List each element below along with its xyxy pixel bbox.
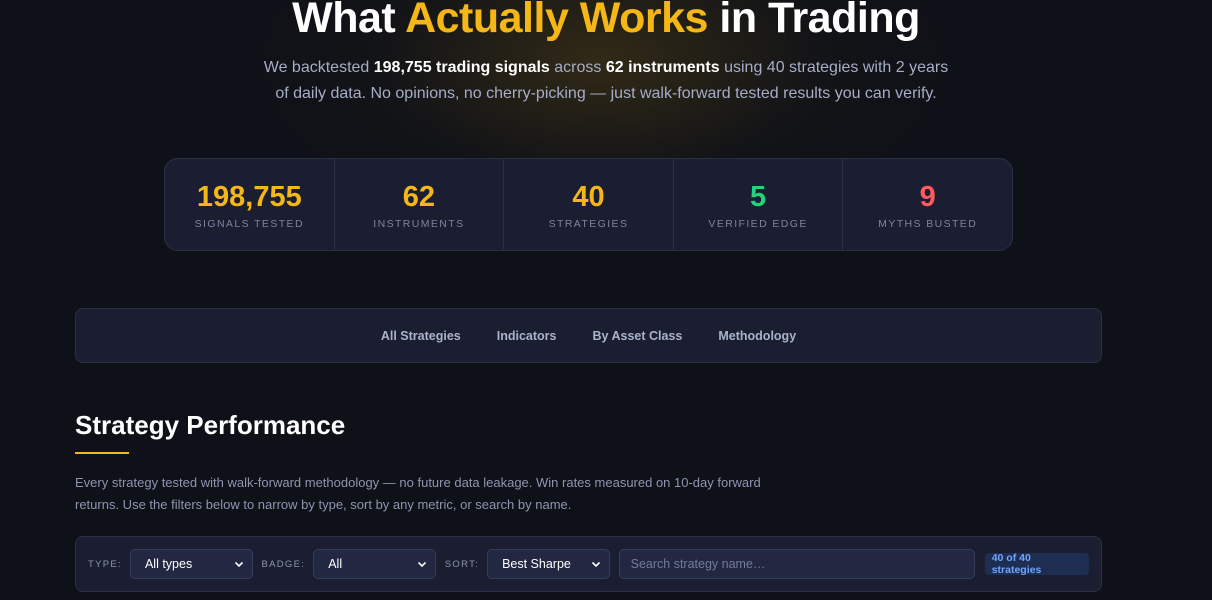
sort-select[interactable]: Best Sharpe	[487, 549, 610, 579]
tab-methodology[interactable]: Methodology	[718, 329, 796, 343]
instruments-highlight: 62 instruments	[605, 59, 720, 76]
stats-panel: 198,755 SIGNALS TESTED 62 INSTRUMENTS 40…	[164, 158, 1013, 251]
chevron-down-icon	[417, 561, 426, 568]
tab-indicators[interactable]: Indicators	[497, 329, 557, 343]
hero-title-accent: Actually Works	[405, 0, 708, 42]
section-title-underline	[75, 452, 129, 454]
stat-label: MYTHS BUSTED	[878, 217, 978, 230]
sort-select-value: Best Sharpe	[502, 557, 571, 571]
stat-signals-tested: 198,755 SIGNALS TESTED	[165, 159, 335, 250]
stat-label: INSTRUMENTS	[373, 217, 465, 230]
stat-myths-busted: 9 MYTHS BUSTED	[843, 159, 1012, 250]
stat-value: 9	[919, 180, 936, 213]
stat-label: VERIFIED EDGE	[708, 217, 808, 230]
type-filter-label: TYPE:	[88, 558, 122, 570]
stat-label: STRATEGIES	[548, 217, 629, 230]
section-title: Strategy Performance	[75, 410, 346, 440]
section-tabs: All Strategies Indicators By Asset Class…	[75, 308, 1102, 363]
stat-value: 5	[750, 180, 767, 213]
tab-all-strategies[interactable]: All Strategies	[381, 329, 461, 343]
sort-filter-label: SORT:	[444, 558, 480, 570]
badge-filter-label: BADGE:	[261, 558, 306, 570]
badge-select-value: All	[328, 557, 343, 571]
search-input[interactable]	[618, 549, 975, 579]
section-description: Every strategy tested with walk-forward …	[75, 475, 761, 512]
tab-by-asset-class[interactable]: By Asset Class	[593, 329, 683, 343]
hero-title: What Actually Works in Trading	[0, 0, 1212, 48]
stat-label: SIGNALS TESTED	[194, 217, 304, 230]
badge-select[interactable]: All	[313, 549, 436, 579]
signals-highlight: 198,755 trading signals	[373, 59, 550, 76]
stat-value: 62	[402, 180, 436, 213]
chevron-down-icon	[591, 561, 600, 568]
strategy-count-badge: 40 of 40 strategies	[984, 552, 1090, 576]
type-select[interactable]: All types	[129, 549, 253, 579]
stat-strategies: 40 STRATEGIES	[504, 159, 674, 250]
stat-verified-edge: 5 VERIFIED EDGE	[674, 159, 844, 250]
chevron-down-icon	[234, 561, 243, 568]
stat-value: 198,755	[196, 180, 302, 213]
hero-subtitle: We backtested 198,755 trading signals ac…	[263, 59, 949, 102]
stat-value: 40	[572, 180, 605, 213]
type-select-value: All types	[144, 557, 193, 571]
stat-instruments: 62 INSTRUMENTS	[335, 159, 505, 250]
filter-bar: TYPE: All types BADGE: All SORT: Best Sh…	[75, 536, 1102, 592]
